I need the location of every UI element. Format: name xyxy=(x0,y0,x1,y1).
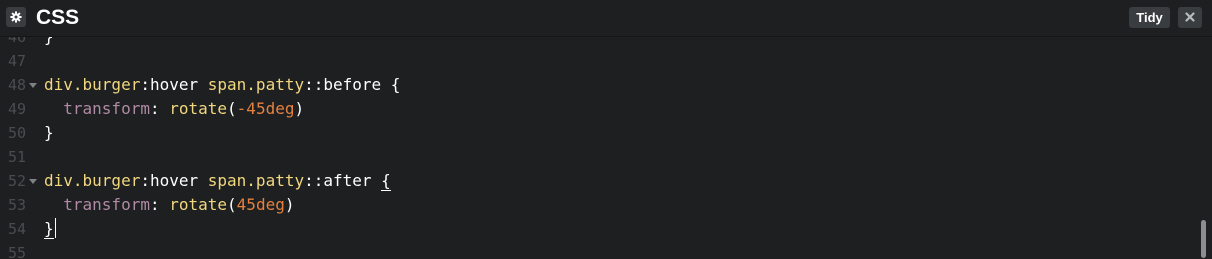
code-line[interactable]: 54} xyxy=(0,217,1200,241)
line-number: 48 xyxy=(7,76,26,94)
scrollbar-thumb[interactable] xyxy=(1201,220,1206,258)
panel-title: CSS xyxy=(36,6,80,29)
fold-arrow-icon[interactable] xyxy=(29,179,37,184)
code-line[interactable]: 53 transform: rotate(45deg) xyxy=(0,193,1200,217)
gear-icon xyxy=(10,11,22,23)
close-button[interactable] xyxy=(1178,7,1202,28)
code-text: div.burger:hover span.patty::before { xyxy=(44,73,400,97)
code-token: : xyxy=(149,195,170,214)
css-editor-panel: CSS Tidy 46}4748div.burger:hover span.pa… xyxy=(0,0,1212,259)
line-number: 50 xyxy=(7,124,26,142)
code-token: :hover xyxy=(140,171,208,190)
code-token: ::before { xyxy=(304,75,401,94)
code-line[interactable]: 46} xyxy=(0,37,1200,49)
code-token: transform xyxy=(63,99,150,118)
line-number: 55 xyxy=(7,244,26,259)
code-token: ) xyxy=(294,99,305,118)
code-token: div.burger xyxy=(44,75,141,94)
fold-arrow-icon[interactable] xyxy=(29,83,37,88)
code-token: span.patty xyxy=(207,171,305,190)
code-token: -45deg xyxy=(236,99,295,118)
code-token: ::after xyxy=(304,171,382,190)
line-number: 47 xyxy=(7,52,26,70)
line-number: 49 xyxy=(7,100,26,118)
code-line[interactable]: 50} xyxy=(0,121,1200,145)
code-token: transform xyxy=(63,195,150,214)
code-token: } xyxy=(44,219,54,239)
line-number: 52 xyxy=(7,172,26,190)
code-line[interactable]: 48 div.burger:hover span.patty::before { xyxy=(0,73,1200,97)
code-text: transform: rotate(-45deg) xyxy=(44,97,304,121)
code-text: } xyxy=(44,37,54,49)
code-line[interactable]: 55 xyxy=(0,241,1200,259)
code-text: transform: rotate(45deg) xyxy=(44,193,294,217)
code-text: div.burger:hover span.patty::after { xyxy=(44,169,391,193)
text-cursor xyxy=(54,218,56,238)
line-number: 46 xyxy=(7,37,26,46)
code-token: rotate xyxy=(169,195,228,214)
code-token: ) xyxy=(284,195,295,214)
code-token: 45deg xyxy=(236,195,285,214)
code-line[interactable]: 52 div.burger:hover span.patty::after { xyxy=(0,169,1200,193)
code-token: ( xyxy=(227,195,237,214)
code-editor[interactable]: 46}4748div.burger:hover span.patty::befo… xyxy=(0,37,1200,259)
code-token: :hover xyxy=(140,75,208,94)
settings-button[interactable] xyxy=(6,7,26,27)
line-number: 54 xyxy=(7,220,26,238)
code-token: : xyxy=(149,99,170,118)
code-token: { xyxy=(381,171,391,191)
code-line[interactable]: 49 transform: rotate(-45deg) xyxy=(0,97,1200,121)
code-line[interactable]: 47 xyxy=(0,49,1200,73)
code-token: rotate xyxy=(169,99,228,118)
code-token: div.burger xyxy=(44,171,141,190)
panel-header: CSS Tidy xyxy=(0,0,1212,37)
code-text: } xyxy=(44,217,56,241)
close-icon xyxy=(1185,9,1195,27)
code-token: ( xyxy=(227,99,237,118)
tidy-button[interactable]: Tidy xyxy=(1129,7,1170,28)
code-token: span.patty xyxy=(207,75,305,94)
code-line[interactable]: 51 xyxy=(0,145,1200,169)
code-text: } xyxy=(44,123,54,142)
line-number: 51 xyxy=(7,148,26,166)
line-number: 53 xyxy=(7,196,26,214)
